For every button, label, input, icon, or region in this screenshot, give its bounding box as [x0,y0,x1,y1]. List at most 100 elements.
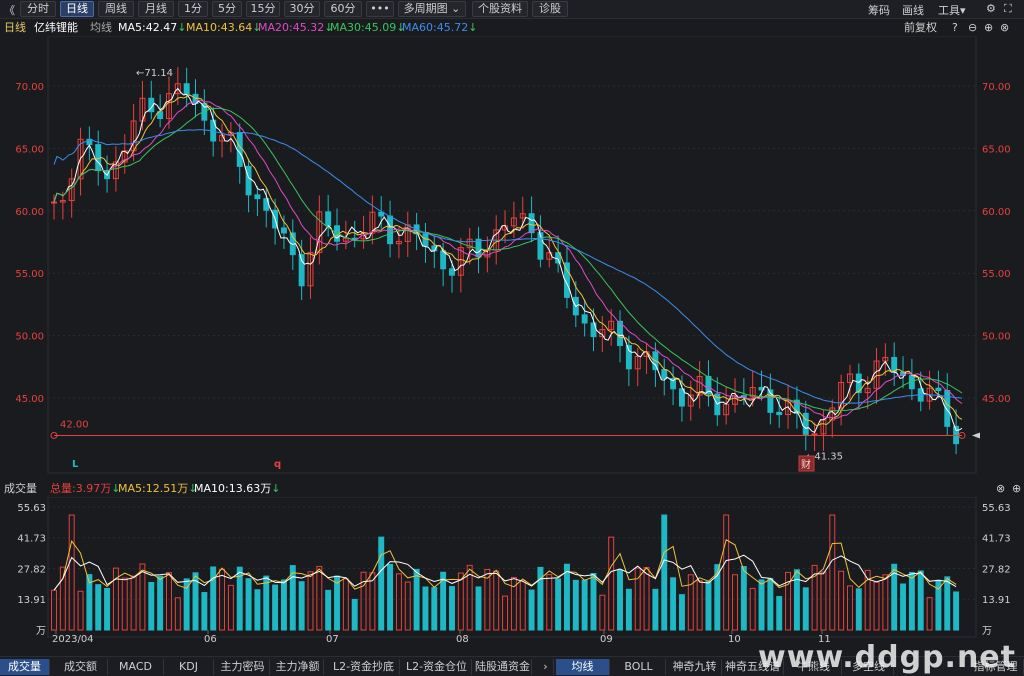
price-axis-label-left: 65.00 [15,144,44,155]
price-axis-label-left: 60.00 [15,207,44,218]
volume-bar [820,571,827,631]
toolbar-button-8[interactable]: 60分 [324,1,362,17]
fullscreen-icon[interactable]: ⛶ [1004,2,1012,16]
volume-bar [431,587,438,631]
toolbar-button-0[interactable]: 分时 [20,1,56,17]
stock-name: 亿纬锂能 [34,21,78,34]
volume-bar [847,585,853,631]
volume-bar [882,574,889,631]
toolbar-button-4[interactable]: 1分 [178,1,208,17]
volume-bar [360,571,367,631]
toolbar-button-12[interactable]: 诊股 [532,1,568,17]
tab-right-1[interactable]: BOLL [612,659,666,675]
candle-body [661,369,668,380]
ma60-value: MA60:45.72↓ [402,21,478,34]
chevron-right-icon[interactable]: › [538,659,554,675]
volume-bar [422,586,429,631]
help-icon[interactable]: ? [952,19,958,36]
close-icon[interactable]: ⊗ [1000,19,1009,36]
toolbar-button-11[interactable]: 个股资料 [472,1,528,17]
volume-bar [475,586,482,631]
draw-button[interactable]: 画线 [902,2,924,18]
toolbar-button-6[interactable]: 15分 [246,1,280,17]
volume-add-icon[interactable]: ⊕ [1012,481,1021,497]
toolbar-button-10[interactable]: 多周期图 ⌄ [398,1,466,17]
chips-button[interactable]: 筹码 [868,2,890,18]
volume-bar [617,569,623,631]
ma-label[interactable]: 均线 [90,19,112,36]
price-chart[interactable]: 70.00 70.00 65.00 65.00 60.00 60.00 55.00 55.00… [0,36,1024,477]
tab-left-3[interactable]: KDJ [164,659,214,675]
volume-bar [723,514,730,631]
volume-chart[interactable]: 55.63 55.63 41.73 41.73 27.82 27.82 13.91 13.91… [0,497,1024,655]
toolbar-button-1[interactable]: 日线 [60,1,94,17]
candle-body [811,433,818,436]
volume-bar [953,591,960,631]
high-annotation: ←71.14 [136,68,173,79]
tab-left-2[interactable]: MACD [108,659,164,675]
volume-bar [767,577,774,631]
tab-left-4[interactable]: 主力密码 [216,659,270,675]
tab-left-1[interactable]: 成交额 [54,659,108,675]
ma20-line [53,99,963,420]
tab-left-8[interactable]: 陆股通资金 [474,659,532,675]
volume-bar [740,565,747,631]
volume-bar [873,581,880,631]
volume-bar [272,584,279,631]
date-label: 07 [326,634,339,645]
volume-bar [608,536,615,631]
candle-body [51,201,57,204]
volume-bar [121,577,128,631]
tab-right-2[interactable]: 神奇九转 [668,659,722,675]
volume-close-icon[interactable]: ⊗ [996,481,1005,497]
volume-bar [519,580,526,631]
ma5-line [53,87,963,434]
volume-total: 总量:3.97万↓ [50,482,121,495]
volume-bar [670,577,677,631]
volume-bar [263,575,270,631]
tab-right-0[interactable]: 均线 [556,659,610,675]
volume-axis-label-right: 27.82 [982,564,1011,575]
volume-bar [95,584,102,631]
volume-bar [404,581,411,631]
volume-bar [908,571,915,631]
volume-bar [900,583,907,631]
candle-body [776,411,783,416]
date-label: 08 [456,634,469,645]
zoom-in-icon[interactable]: ⊕ [984,19,993,36]
toolbar-button-7[interactable]: 30分 [284,1,320,17]
price-axis-label-left: 55.00 [15,269,44,280]
volume-bar [210,566,217,631]
toolbar-button-3[interactable]: 月线 [138,1,174,17]
zoom-out-icon[interactable]: ⊖ [968,19,977,36]
volume-bar [944,576,951,631]
back-icon[interactable]: 《 [4,2,15,18]
volume-bar [351,598,358,631]
tools-button[interactable]: 工具▾ [938,2,966,18]
ma-info-line: 日线 亿纬锂能 均线 MA5:42.47↓ MA10:43.64↓ MA20:4… [0,19,1024,36]
candle-body [740,395,747,398]
volume-bar [917,570,924,631]
adjust-select[interactable]: 前复权 [904,19,937,36]
tab-left-7[interactable]: L2-资金仓位 [402,659,472,675]
volume-axis-label-right: 41.73 [982,534,1011,545]
volume-bar [855,588,862,631]
toolbar-button-9[interactable]: ••• [366,1,394,17]
volume-bar [413,568,420,631]
tab-left-5[interactable]: 主力净额 [272,659,324,675]
volume-bar [449,586,455,631]
tab-left-6[interactable]: L2-资金抄底 [328,659,400,675]
volume-bar [599,594,606,631]
volume-bar [201,592,208,631]
toolbar-button-2[interactable]: 周线 [98,1,134,17]
settings-icon[interactable]: ⚙ [986,2,996,15]
tab-left-0[interactable]: 成交量 [0,659,50,675]
toolbar-button-5[interactable]: 5分 [212,1,242,17]
watermark-text: www.ddgp.net [758,640,1016,675]
top-toolbar: 《 分时 日线 周线 月线 1分 5分 15分 30分 60分 ••• 多周期图 ⌄ 个股资料 诊股 筹… [0,0,1024,19]
volume-bar [174,597,181,631]
candle-body [528,213,535,234]
ma10-line [53,94,963,427]
volume-bar [316,565,323,631]
volume-bar [590,573,597,631]
